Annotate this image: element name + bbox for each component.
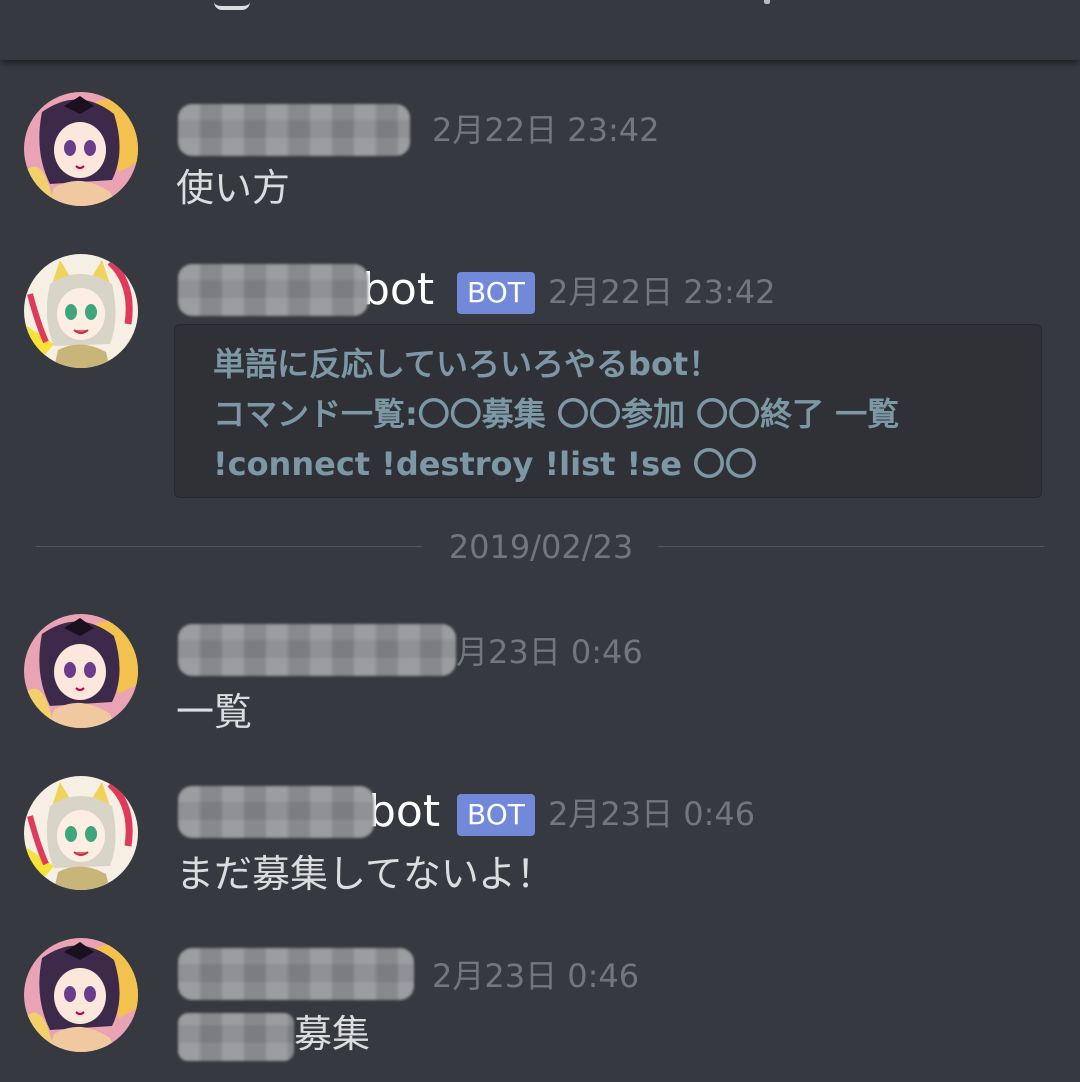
timestamp: 2月23日 0:46: [432, 957, 640, 995]
embed-line: コマンド一覧:〇〇募集 〇〇参加 〇〇終了 一覧: [213, 395, 900, 433]
timestamp: 2月22日 23:42: [432, 111, 660, 149]
date-divider: 2019/02/23: [448, 528, 634, 566]
timestamp: 月23日 0:46: [456, 633, 643, 671]
timestamp: 2月22日 23:42: [548, 273, 776, 311]
bot-badge: BOT: [457, 272, 535, 314]
timestamp: 2月23日 0:46: [548, 795, 756, 833]
girl-cat-ears-avatar-icon[interactable]: [24, 776, 138, 890]
redacted-username: [178, 264, 368, 316]
girl-dark-hair-avatar-icon[interactable]: [24, 614, 138, 728]
channel-header: [0, 0, 1080, 60]
message-content: 使い方: [176, 166, 291, 210]
redacted-username: [178, 624, 456, 676]
author-name[interactable]: bot: [178, 786, 440, 838]
girl-dark-hair-avatar-icon[interactable]: [24, 92, 138, 206]
message-content: まだ募集してないよ！: [176, 852, 555, 896]
author-name[interactable]: [178, 104, 410, 156]
girl-cat-ears-avatar-icon[interactable]: [24, 254, 138, 368]
redacted-username: [178, 786, 374, 838]
redacted-text: [178, 1012, 294, 1061]
header-title-fragment: [214, 0, 250, 10]
redacted-username: [178, 104, 410, 156]
author-name[interactable]: [178, 948, 414, 1000]
girl-dark-hair-avatar-icon[interactable]: [24, 938, 138, 1052]
bot-embed: 単語に反応していろいろやるbot！ コマンド一覧:〇〇募集 〇〇参加 〇〇終了 …: [174, 324, 1042, 498]
message-content: 募集: [178, 1010, 370, 1061]
author-name[interactable]: [178, 624, 456, 676]
embed-line: !connect !destroy !list !se 〇〇: [213, 445, 758, 483]
bot-badge: BOT: [457, 794, 535, 836]
header-icon-fragment: [764, 0, 770, 4]
redacted-username: [178, 948, 414, 1000]
author-name[interactable]: bot: [178, 264, 434, 316]
embed-line: 単語に反応していろいろやるbot！: [213, 345, 721, 383]
date-divider-line-left: [36, 546, 422, 547]
date-divider-line-right: [658, 546, 1044, 547]
message-content: 一覧: [176, 690, 253, 734]
